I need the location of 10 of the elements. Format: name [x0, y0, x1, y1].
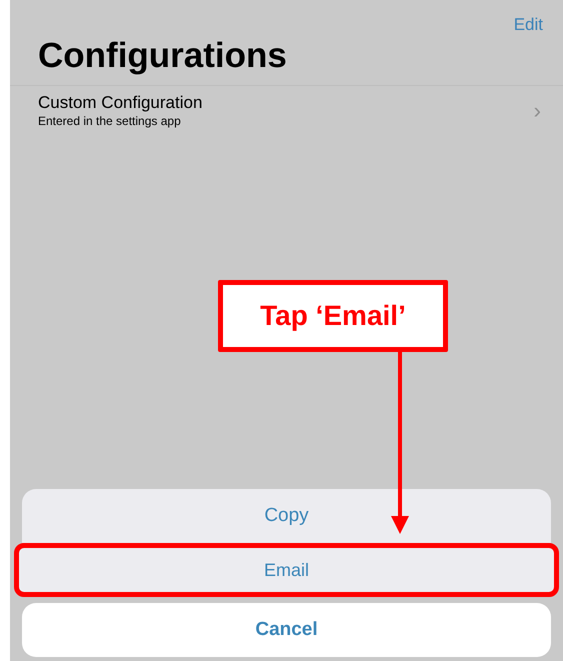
chevron-icon: › — [534, 100, 541, 122]
callout-text: Tap ‘Email’ — [260, 299, 406, 333]
action-button[interactable]: Copy — [22, 489, 551, 543]
row-subtitle: Entered in the settings app — [38, 114, 182, 129]
cancel-button[interactable]: Cancel — [22, 603, 551, 657]
action-button[interactable]: Email — [14, 543, 559, 597]
row-title: Custom Configuration — [38, 92, 202, 114]
list-row[interactable]: Custom Configuration Entered in the settings app › — [10, 85, 563, 135]
page-title: Configurations — [37, 38, 288, 77]
edit-button[interactable]: Edit — [514, 10, 543, 38]
